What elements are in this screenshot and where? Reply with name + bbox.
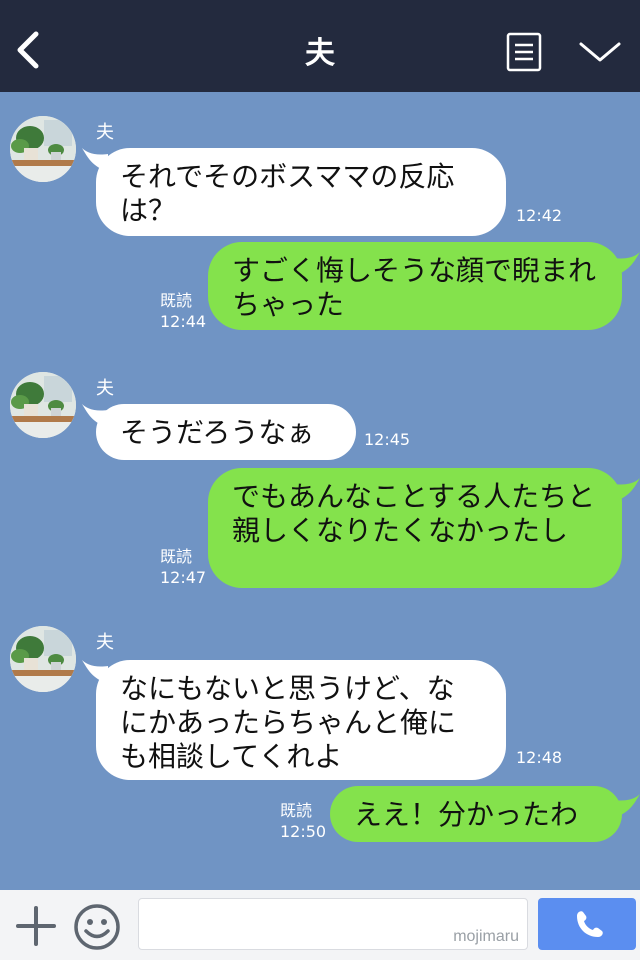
chat-title: 夫: [305, 36, 335, 71]
plant-avatar-image: [10, 626, 76, 692]
plant-avatar-image: [10, 372, 76, 438]
message-bubble[interactable]: すごく悔しそうな顔で睨まれちゃった: [208, 242, 622, 330]
message-bubble[interactable]: なにもないと思うけど、なにかあったらちゃんと俺にも相談してくれよ: [96, 660, 506, 780]
call-button[interactable]: [538, 898, 636, 950]
sender-name: 夫: [96, 378, 114, 399]
timestamp: 12:45: [364, 430, 411, 449]
message-bubble[interactable]: そうだろうなぁ: [96, 404, 356, 460]
message-list[interactable]: 夫 それでそのボスママの反応は？ 12:42 すごく悔しそうな顔で睨まれちゃった…: [0, 92, 640, 890]
timestamp: 12:44: [160, 312, 207, 331]
input-bar: mojimaru: [0, 890, 640, 960]
list-icon[interactable]: [506, 32, 542, 72]
message-bubble[interactable]: でもあんなことする人たちと親しくなりたくなかったし: [208, 468, 622, 588]
sender-name: 夫: [96, 122, 114, 143]
avatar[interactable]: [10, 372, 76, 438]
bubble-tail: [614, 252, 640, 276]
read-receipt: 既読 12:47: [160, 546, 206, 588]
timestamp: 12:50: [280, 822, 327, 841]
chevron-down-icon[interactable]: [578, 36, 622, 66]
read-receipt: 既読 12:50: [280, 800, 326, 842]
avatar[interactable]: [10, 626, 76, 692]
timestamp: 12:47: [160, 568, 207, 587]
read-receipt: 既読 12:44: [160, 290, 206, 332]
plus-icon[interactable]: [14, 904, 58, 948]
smiley-icon[interactable]: [72, 902, 122, 952]
timestamp: 12:48: [516, 748, 563, 767]
read-label: 既読: [280, 801, 313, 820]
message-bubble[interactable]: それでそのボスママの反応は？: [96, 148, 506, 236]
phone-icon: [577, 911, 603, 937]
watermark-text: mojimaru: [453, 928, 519, 945]
read-label: 既読: [160, 291, 193, 310]
avatar[interactable]: [10, 116, 76, 182]
bubble-tail: [614, 478, 640, 502]
timestamp: 12:42: [516, 206, 563, 225]
sender-name: 夫: [96, 632, 114, 653]
message-input[interactable]: mojimaru: [138, 898, 528, 950]
chat-header: 夫: [0, 0, 640, 92]
bubble-tail: [614, 794, 640, 818]
message-bubble[interactable]: ええ！分かったわ: [330, 786, 622, 842]
read-label: 既読: [160, 547, 193, 566]
plant-avatar-image: [10, 116, 76, 182]
